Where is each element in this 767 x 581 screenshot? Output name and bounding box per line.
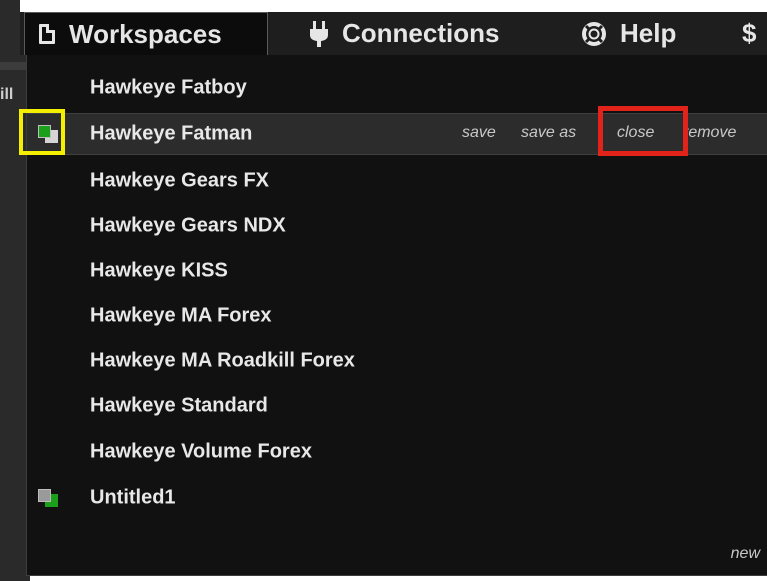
workspace-item-selected[interactable]: Hawkeye Fatman save save as close remove xyxy=(19,106,767,156)
tab-dollar-label: $ xyxy=(742,18,757,48)
lifebuoy-icon xyxy=(582,21,606,46)
save-as-link[interactable]: save as xyxy=(521,124,576,142)
tab-help[interactable]: Help xyxy=(582,12,676,55)
background-partial-text: ill xyxy=(0,86,14,103)
workspaces-dropdown: Hawkeye Fatboy Hawkeye Fatman save save … xyxy=(19,55,767,576)
tab-workspaces-label: Workspaces xyxy=(69,18,222,49)
workspace-open-icon[interactable] xyxy=(38,489,58,507)
workspace-item[interactable]: Hawkeye MA Forex xyxy=(27,296,767,336)
remove-link[interactable]: remove xyxy=(683,124,736,142)
tab-connections[interactable]: Connections xyxy=(310,12,499,55)
workspace-name: Hawkeye Volume Forex xyxy=(90,440,312,463)
workspace-item[interactable]: Untitled1 xyxy=(27,478,767,518)
tab-dollar[interactable]: $ xyxy=(742,12,756,55)
workspace-item[interactable]: Hawkeye Gears NDX xyxy=(27,206,767,246)
tab-help-label: Help xyxy=(620,18,677,48)
workspace-name: Hawkeye MA Roadkill Forex xyxy=(90,349,355,372)
new-workspace-link[interactable]: new xyxy=(731,545,760,563)
workspace-name: Hawkeye Standard xyxy=(90,394,268,417)
workspace-name: Hawkeye Gears FX xyxy=(90,169,269,192)
save-link[interactable]: save xyxy=(462,124,496,142)
workspace-item[interactable]: Hawkeye Fatboy xyxy=(27,68,767,108)
tab-connections-label: Connections xyxy=(342,18,500,48)
workspace-name: Untitled1 xyxy=(90,486,176,509)
document-icon xyxy=(39,24,55,44)
menubar-top-gap xyxy=(20,0,767,12)
workspace-item[interactable]: Hawkeye Standard xyxy=(27,386,767,426)
workspace-name: Hawkeye Fatboy xyxy=(90,76,247,99)
workspace-name: Hawkeye KISS xyxy=(90,259,228,282)
workspace-item[interactable]: Hawkeye Gears FX xyxy=(27,161,767,201)
red-highlight-box xyxy=(598,106,688,156)
plug-icon xyxy=(310,20,328,47)
workspace-name: Hawkeye Gears NDX xyxy=(90,214,286,237)
workspace-item[interactable]: Hawkeye MA Roadkill Forex xyxy=(27,341,767,381)
workspace-item[interactable]: Hawkeye Volume Forex xyxy=(27,432,767,472)
workspace-item[interactable]: Hawkeye KISS xyxy=(27,251,767,291)
menu-bar: Workspaces Connections Help $ xyxy=(20,0,767,55)
workspace-name: Hawkeye MA Forex xyxy=(90,304,272,327)
tab-workspaces[interactable]: Workspaces xyxy=(24,12,268,55)
